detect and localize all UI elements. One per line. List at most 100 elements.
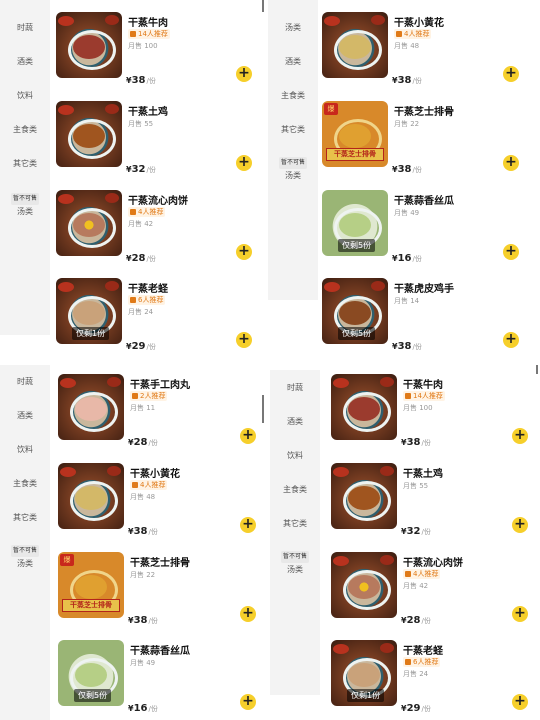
dish-name: 干蒸流心肉饼 bbox=[128, 196, 188, 207]
stock-remaining-label: 仅剩5份 bbox=[338, 327, 376, 340]
dish-photo bbox=[56, 190, 122, 256]
category-others[interactable]: 其它类 bbox=[268, 125, 318, 135]
thumbs-up-icon bbox=[132, 393, 138, 399]
category-drinks[interactable]: 饮料 bbox=[0, 91, 50, 101]
dish-name: 干蒸牛肉 bbox=[128, 18, 168, 29]
hot-badge: 爆 bbox=[60, 554, 74, 566]
add-to-cart-button[interactable]: + bbox=[240, 428, 256, 444]
category-staples[interactable]: 主食类 bbox=[270, 485, 320, 495]
dish-item[interactable]: 仅剩1份 干蒸老蛏 6人推荐 月售 24 ¥29/份 + bbox=[50, 278, 265, 355]
scrollbar[interactable] bbox=[262, 395, 264, 423]
category-soup[interactable]: 暂不可售 汤类 bbox=[0, 545, 50, 569]
dish-name: 干蒸流心肉饼 bbox=[403, 558, 463, 569]
category-others[interactable]: 其它类 bbox=[270, 519, 320, 529]
recommend-badge: 2人推荐 bbox=[130, 391, 168, 401]
category-soup[interactable]: 暂不可售 汤类 bbox=[270, 551, 320, 575]
add-to-cart-button[interactable]: + bbox=[503, 332, 519, 348]
dish-item[interactable]: 爆干蒸芝士排骨 干蒸芝士排骨 月售 22 ¥38/份 + bbox=[52, 552, 265, 638]
dish-banner: 干蒸芝士排骨 bbox=[326, 148, 384, 161]
monthly-sales: 月售 48 bbox=[130, 493, 156, 501]
dish-photo: 仅剩5份 bbox=[322, 278, 388, 344]
dish-item[interactable]: 仅剩5份 干蒸蒜香丝瓜 月售 49 ¥16/份 + bbox=[52, 640, 265, 720]
dish-item[interactable]: 干蒸小黄花 4人推荐 月售 48 ¥38/份 + bbox=[316, 12, 540, 98]
add-to-cart-button[interactable]: + bbox=[236, 332, 252, 348]
stock-remaining-label: 仅剩1份 bbox=[347, 689, 385, 702]
dish-item[interactable]: 干蒸牛肉 14人推荐 月售 100 ¥38/份 + bbox=[50, 12, 265, 98]
scrollbar[interactable] bbox=[536, 365, 538, 374]
monthly-sales: 月售 24 bbox=[403, 670, 429, 678]
dish-name: 干蒸蒜香丝瓜 bbox=[394, 196, 454, 207]
category-alcohol[interactable]: 酒类 bbox=[0, 411, 50, 421]
add-to-cart-button[interactable]: + bbox=[503, 244, 519, 260]
category-staples[interactable]: 主食类 bbox=[268, 91, 318, 101]
add-to-cart-button[interactable]: + bbox=[236, 66, 252, 82]
dish-item[interactable]: 爆干蒸芝士排骨 干蒸芝士排骨 月售 22 ¥38/份 + bbox=[316, 101, 540, 187]
recommend-badge: 4人推荐 bbox=[394, 29, 432, 39]
dish-item[interactable]: 仅剩1份 干蒸老蛏 6人推荐 月售 24 ¥29/份 + bbox=[325, 640, 540, 720]
monthly-sales: 月售 42 bbox=[403, 582, 429, 590]
category-drinks[interactable]: 饮料 bbox=[270, 451, 320, 461]
dish-photo bbox=[322, 12, 388, 78]
thumbs-up-icon bbox=[405, 571, 411, 577]
recommend-badge: 6人推荐 bbox=[403, 657, 441, 667]
add-to-cart-button[interactable]: + bbox=[512, 694, 528, 710]
category-soup-label: 汤类 bbox=[17, 207, 33, 216]
add-to-cart-button[interactable]: + bbox=[240, 694, 256, 710]
dish-photo bbox=[331, 463, 397, 529]
category-alcohol[interactable]: 酒类 bbox=[0, 57, 50, 67]
add-to-cart-button[interactable]: + bbox=[512, 428, 528, 444]
category-alcohol[interactable]: 酒类 bbox=[270, 417, 320, 427]
dish-item[interactable]: 干蒸牛肉 14人推荐 月售 100 ¥38/份 + bbox=[325, 374, 540, 460]
category-others[interactable]: 其它类 bbox=[0, 513, 50, 523]
dish-price: ¥32/份 bbox=[401, 526, 431, 537]
dish-price: ¥29/份 bbox=[126, 341, 156, 352]
category-vegetables[interactable]: 时蔬 bbox=[0, 23, 50, 33]
dish-item[interactable]: 干蒸小黄花 4人推荐 月售 48 ¥38/份 + bbox=[52, 463, 265, 549]
add-to-cart-button[interactable]: + bbox=[236, 244, 252, 260]
dish-price: ¥38/份 bbox=[401, 437, 431, 448]
add-to-cart-button[interactable]: + bbox=[240, 606, 256, 622]
dish-item[interactable]: 干蒸手工肉丸 2人推荐 月售 11 ¥28/份 + bbox=[52, 374, 265, 460]
category-staples[interactable]: 主食类 bbox=[0, 479, 50, 489]
dish-price: ¥28/份 bbox=[401, 615, 431, 626]
add-to-cart-button[interactable]: + bbox=[503, 66, 519, 82]
dish-item[interactable]: 干蒸流心肉饼 4人推荐 月售 42 ¥28/份 + bbox=[50, 190, 265, 276]
thumbs-up-icon bbox=[130, 209, 136, 215]
monthly-sales: 月售 49 bbox=[130, 659, 156, 667]
category-vegetables[interactable]: 时蔬 bbox=[0, 377, 50, 387]
category-drinks[interactable]: 饮料 bbox=[0, 445, 50, 455]
add-to-cart-button[interactable]: + bbox=[512, 517, 528, 533]
category-soup[interactable]: 汤类 bbox=[268, 23, 318, 33]
recommend-badge: 4人推荐 bbox=[403, 569, 441, 579]
dish-photo: 仅剩5份 bbox=[58, 640, 124, 706]
dish-price: ¥38/份 bbox=[392, 75, 422, 86]
monthly-sales: 月售 24 bbox=[128, 308, 154, 316]
dish-price: ¥16/份 bbox=[392, 253, 422, 264]
add-to-cart-button[interactable]: + bbox=[512, 606, 528, 622]
category-staples[interactable]: 主食类 bbox=[0, 125, 50, 135]
scrollbar[interactable] bbox=[262, 0, 264, 12]
dish-item[interactable]: 干蒸土鸡 月售 55 ¥32/份 + bbox=[50, 101, 265, 187]
dish-photo bbox=[56, 101, 122, 167]
dish-item[interactable]: 仅剩5份 干蒸蒜香丝瓜 月售 49 ¥16/份 + bbox=[316, 190, 540, 276]
monthly-sales: 月售 11 bbox=[130, 404, 156, 412]
unavailable-tag: 暂不可售 bbox=[10, 545, 39, 557]
dish-item[interactable]: 干蒸土鸡 月售 55 ¥32/份 + bbox=[325, 463, 540, 549]
category-vegetables[interactable]: 时蔬 bbox=[270, 383, 320, 393]
monthly-sales: 月售 14 bbox=[394, 297, 420, 305]
thumbs-up-icon bbox=[405, 659, 411, 665]
dish-name: 干蒸老蛏 bbox=[403, 646, 443, 657]
category-others[interactable]: 其它类 bbox=[0, 159, 50, 169]
dish-price: ¥28/份 bbox=[126, 253, 156, 264]
add-to-cart-button[interactable]: + bbox=[503, 155, 519, 171]
add-to-cart-button[interactable]: + bbox=[236, 155, 252, 171]
dish-item[interactable]: 干蒸流心肉饼 4人推荐 月售 42 ¥28/份 + bbox=[325, 552, 540, 638]
dish-item[interactable]: 仅剩5份 干蒸虎皮鸡手 月售 14 ¥38/份 + bbox=[316, 278, 540, 355]
add-to-cart-button[interactable]: + bbox=[240, 517, 256, 533]
menu-panel-bottom-left: 时蔬 酒类 饮料 主食类 其它类 暂不可售 汤类 干蒸手工肉丸 2人推荐 月售 … bbox=[0, 365, 265, 720]
dish-price: ¥38/份 bbox=[126, 75, 156, 86]
category-soup[interactable]: 暂不可售 汤类 bbox=[268, 157, 318, 181]
dish-price: ¥38/份 bbox=[128, 615, 158, 626]
category-alcohol[interactable]: 酒类 bbox=[268, 57, 318, 67]
category-soup[interactable]: 暂不可售 汤类 bbox=[0, 193, 50, 217]
